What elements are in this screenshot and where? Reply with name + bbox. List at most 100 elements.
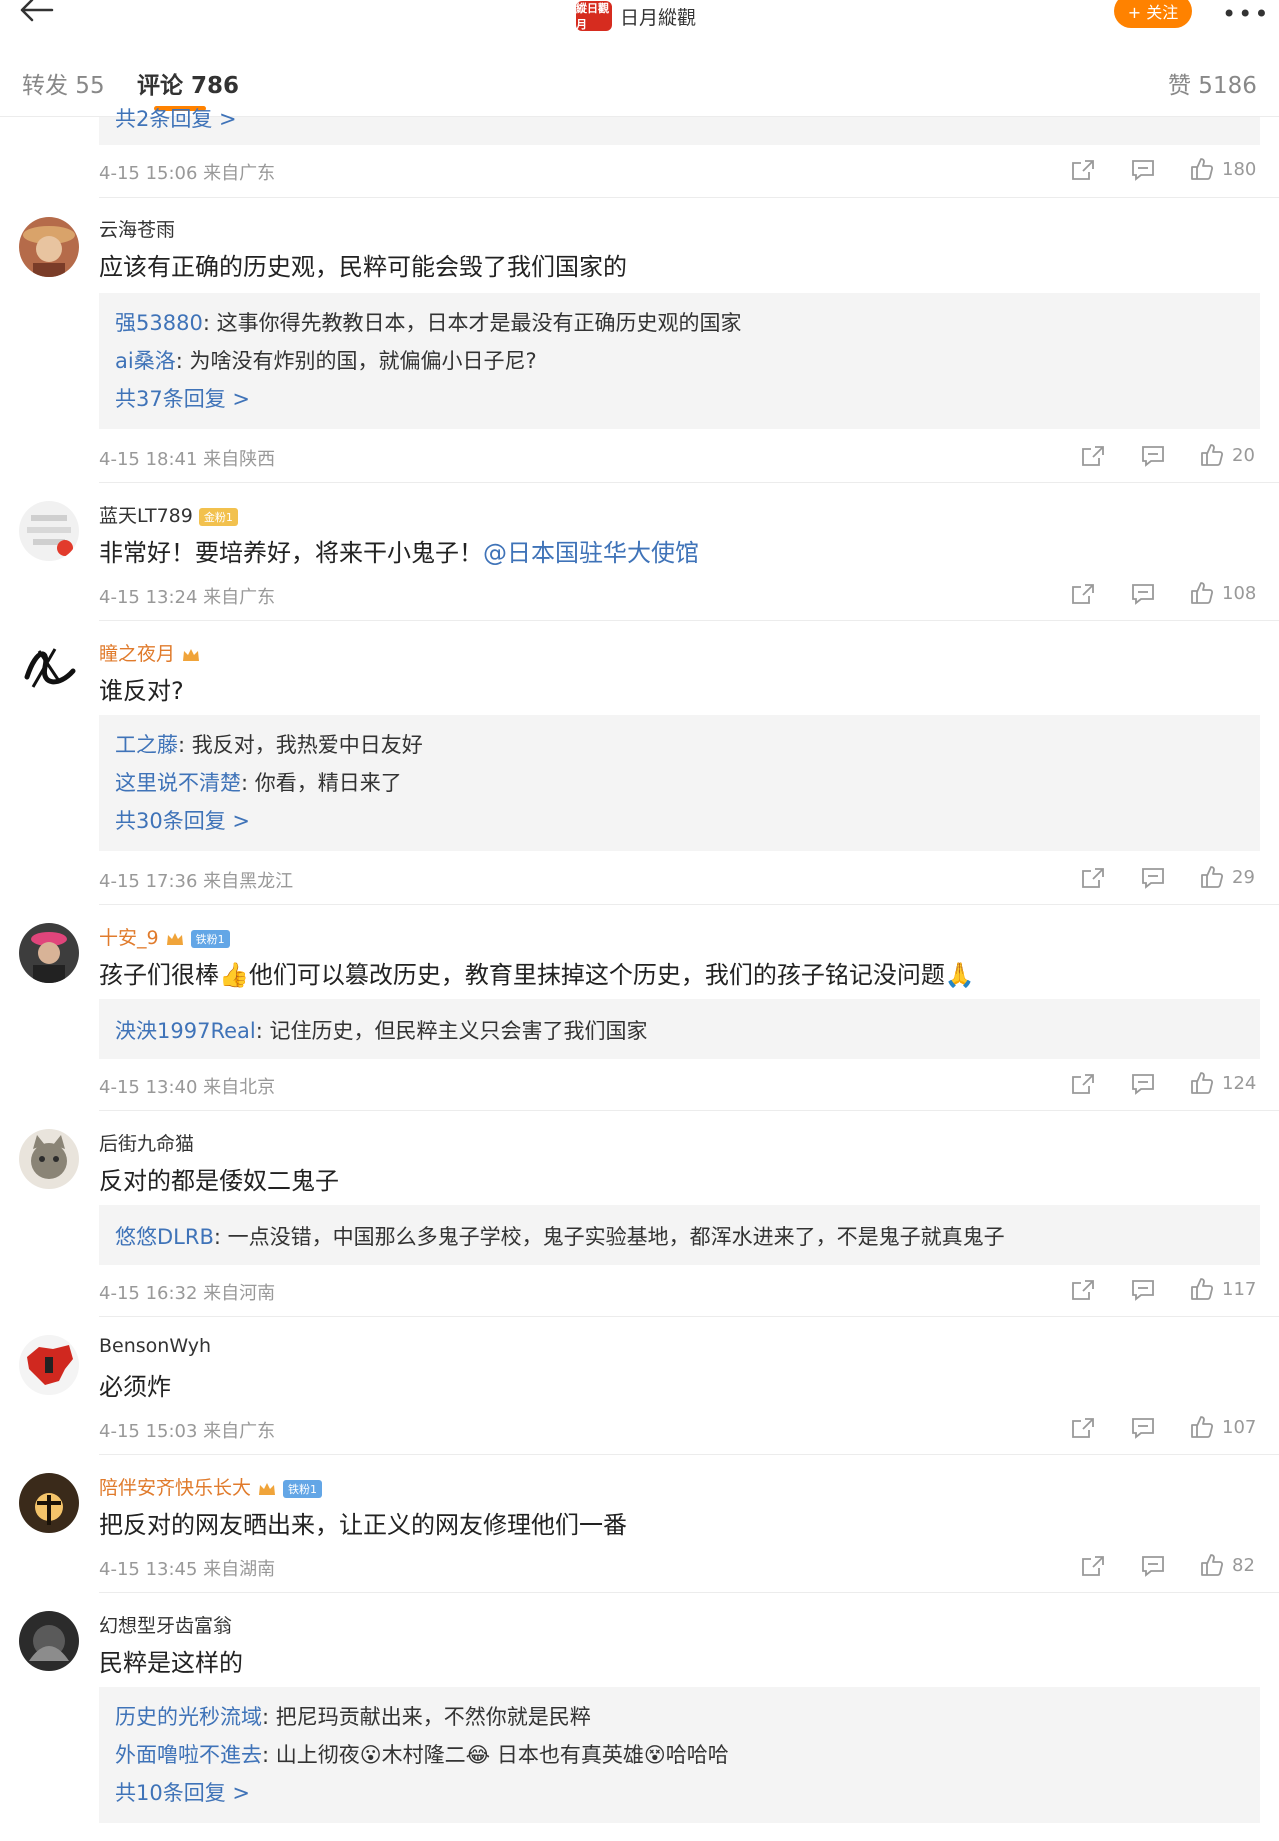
like-control[interactable]: 20 xyxy=(1200,443,1255,467)
reply-text: : 一点没错，中国那么多鬼子学校，鬼子实验基地，都浑水进来了，不是鬼子就真鬼子 xyxy=(213,1225,1005,1249)
reply-line: 泱泱1997Real: 记住历史，但民粹主义只会害了我们国家 xyxy=(115,1015,647,1045)
thumbs-up-icon xyxy=(1200,443,1224,467)
avatar[interactable] xyxy=(19,1473,79,1533)
username[interactable]: 后街九命猫 xyxy=(99,1129,194,1156)
comment-item: 瞳之夜月 谁反对? 工之藤: 我反对，我热爱中日友好 这里说不清楚: 你看，精日… xyxy=(0,621,1279,905)
comment-icon[interactable] xyxy=(1141,867,1165,889)
reply-text: : 为啥没有炸别的国，就偏偏小日子尼? xyxy=(175,349,537,373)
username-text: 陪伴安齐快乐长大 xyxy=(99,1477,252,1499)
avatar[interactable] xyxy=(19,637,79,697)
thumbs-up-icon xyxy=(1190,1415,1214,1439)
more-replies-link[interactable]: 共2条回复 > xyxy=(115,103,237,133)
more-replies-link[interactable]: 共10条回复 > xyxy=(115,1777,250,1807)
vip-crown-icon xyxy=(181,646,201,664)
comment-icon[interactable] xyxy=(1131,583,1155,605)
reply-line: 工之藤: 我反对，我热爱中日友好 xyxy=(115,729,423,759)
share-icon[interactable] xyxy=(1081,445,1105,467)
like-count: 29 xyxy=(1232,866,1255,888)
like-count: 20 xyxy=(1232,444,1255,466)
reply-username[interactable]: 这里说不清楚 xyxy=(115,771,241,795)
reply-username[interactable]: 悠悠DLRB xyxy=(115,1225,214,1249)
avatar[interactable] xyxy=(19,1335,79,1395)
reply-username[interactable]: ai桑洛 xyxy=(115,349,176,373)
thumbs-up-icon xyxy=(1200,865,1224,889)
vip-crown-icon xyxy=(165,930,185,948)
comment-item: 蓝天LT789 金粉1 非常好！要培养好，将来干小鬼子！@日本国驻华大使馆 4-1… xyxy=(0,483,1279,621)
reply-username[interactable]: 强53880 xyxy=(115,311,203,335)
reply-preview: 工之藤: 我反对，我热爱中日友好 这里说不清楚: 你看，精日来了 共30条回复 … xyxy=(99,715,1260,851)
comment-body: 非常好！要培养好，将来干小鬼子！ xyxy=(99,539,483,567)
comment-icon[interactable] xyxy=(1131,1073,1155,1095)
more-replies-link[interactable]: 共30条回复 > xyxy=(115,805,250,835)
tab-comments[interactable]: 评论 786 xyxy=(137,66,239,100)
comment-text: 民粹是这样的 xyxy=(99,1649,243,1677)
more-options-icon[interactable]: ••• xyxy=(1222,0,1270,28)
username[interactable]: 云海苍雨 xyxy=(99,215,175,242)
username[interactable]: 幻想型牙齿富翁 xyxy=(99,1611,232,1638)
thumbs-up-icon xyxy=(1200,1553,1224,1577)
avatar[interactable] xyxy=(19,1611,79,1671)
share-icon[interactable] xyxy=(1081,1555,1105,1577)
tab-repost[interactable]: 转发 55 xyxy=(22,66,105,100)
like-count: 117 xyxy=(1222,1278,1257,1300)
avatar[interactable] xyxy=(19,1129,79,1189)
username[interactable]: 陪伴安齐快乐长大 铁粉1 xyxy=(99,1473,323,1500)
reply-preview: 悠悠DLRB: 一点没错，中国那么多鬼子学校，鬼子实验基地，都浑水进来了，不是鬼… xyxy=(99,1205,1260,1265)
comment-text: 非常好！要培养好，将来干小鬼子！@日本国驻华大使馆 xyxy=(99,533,699,568)
share-icon[interactable] xyxy=(1081,867,1105,889)
avatar[interactable] xyxy=(19,501,79,561)
reply-text: : 把尼玛贡献出来，不然你就是民粹 xyxy=(262,1705,591,1729)
tab-likes[interactable]: 赞 5186 xyxy=(1168,66,1257,100)
reply-text: : 我反对，我热爱中日友好 xyxy=(178,733,423,757)
like-control[interactable]: 108 xyxy=(1190,581,1256,605)
like-count: 108 xyxy=(1222,582,1257,604)
like-count: 180 xyxy=(1222,158,1257,180)
username[interactable]: 瞳之夜月 xyxy=(99,639,201,666)
reply-text: : 记住历史，但民粹主义只会害了我们国家 xyxy=(255,1019,648,1043)
back-arrow-icon[interactable] xyxy=(14,0,58,32)
comment-meta: 4-15 13:45 来自湖南 xyxy=(99,1559,276,1580)
like-control[interactable]: 82 xyxy=(1200,1553,1255,1577)
like-control[interactable]: 117 xyxy=(1190,1277,1256,1301)
reply-line: 这里说不清楚: 你看，精日来了 xyxy=(115,767,402,797)
comment-item: 十安_9 铁粉1 孩子们很棒👍他们可以篡改历史，教育里抹掉这个历史，我们的孩子铭记… xyxy=(0,905,1279,1111)
username-text: 蓝天LT789 xyxy=(99,505,193,527)
comment-meta: 4-15 15:03 来自广东 xyxy=(99,1421,276,1442)
reply-text: : 山上彻夜😮木村隆二😂 日本也有真英雄😵哈哈哈 xyxy=(262,1743,729,1767)
more-replies-link[interactable]: 共37条回复 > xyxy=(115,383,250,413)
comment-meta: 4-15 13:40 来自北京 xyxy=(99,1077,276,1098)
like-control[interactable]: 29 xyxy=(1200,865,1255,889)
reply-username[interactable]: 历史的光秒流域 xyxy=(115,1705,262,1729)
avatar[interactable] xyxy=(19,217,79,277)
comment-meta: 4-15 13:24 来自广东 xyxy=(99,587,276,608)
follow-button[interactable]: + 关注 xyxy=(1114,0,1192,28)
comment-icon[interactable] xyxy=(1141,1555,1165,1577)
username[interactable]: 十安_9 铁粉1 xyxy=(99,923,230,950)
reply-preview: 历史的光秒流域: 把尼玛贡献出来，不然你就是民粹 外面噜啦不進去: 山上彻夜😮木… xyxy=(99,1687,1260,1823)
share-icon[interactable] xyxy=(1071,1073,1095,1095)
comment-meta: 4-15 15:06 来自广东 xyxy=(99,163,276,184)
avatar[interactable] xyxy=(19,923,79,983)
reply-username[interactable]: 泱泱1997Real xyxy=(115,1019,256,1043)
like-control[interactable]: 107 xyxy=(1190,1415,1256,1439)
share-icon[interactable] xyxy=(1071,1279,1095,1301)
share-icon[interactable] xyxy=(1071,1417,1095,1439)
share-icon[interactable] xyxy=(1071,159,1095,181)
reply-username[interactable]: 外面噜啦不進去 xyxy=(115,1743,262,1767)
comment-icon[interactable] xyxy=(1131,1417,1155,1439)
comment-icon[interactable] xyxy=(1131,1279,1155,1301)
like-control[interactable]: 124 xyxy=(1190,1071,1256,1095)
reply-username[interactable]: 工之藤 xyxy=(115,733,178,757)
thumbs-up-icon xyxy=(1190,581,1214,605)
account-header[interactable]: 縱日觀月 日月縱觀 xyxy=(576,0,696,32)
like-control[interactable]: 180 xyxy=(1190,157,1256,181)
reply-text: : 这事你得先教教日本，日本才是最没有正确历史观的国家 xyxy=(202,311,742,335)
comment-icon[interactable] xyxy=(1141,445,1165,467)
username[interactable]: 蓝天LT789 金粉1 xyxy=(99,501,238,528)
username[interactable]: BensonWyh xyxy=(99,1335,211,1357)
share-icon[interactable] xyxy=(1071,583,1095,605)
comment-item: 后街九命猫 反对的都是倭奴二鬼子 悠悠DLRB: 一点没错，中国那么多鬼子学校，… xyxy=(0,1111,1279,1317)
comment-icon[interactable] xyxy=(1131,159,1155,181)
reply-line: 悠悠DLRB: 一点没错，中国那么多鬼子学校，鬼子实验基地，都浑水进来了，不是鬼… xyxy=(115,1221,1005,1251)
mention-link[interactable]: @日本国驻华大使馆 xyxy=(483,539,699,567)
